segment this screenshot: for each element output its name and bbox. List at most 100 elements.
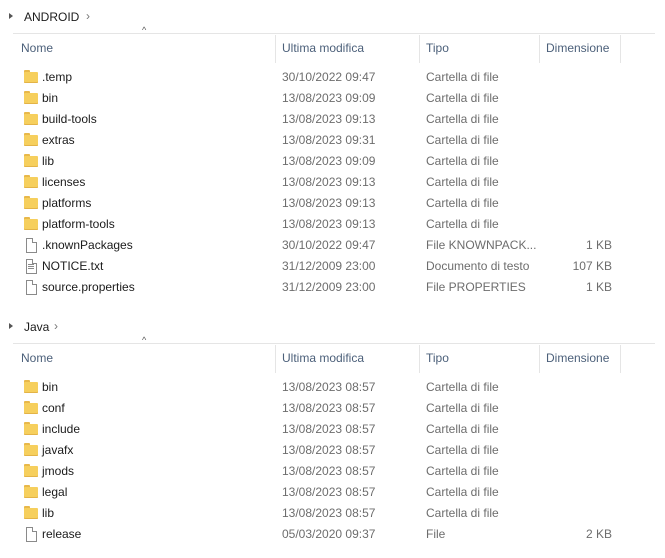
file-name: source.properties <box>42 280 135 294</box>
modified-date: 13/08/2023 09:13 <box>282 217 376 231</box>
modified-date: 13/08/2023 09:13 <box>282 196 376 210</box>
file-size: 2 KB <box>585 527 612 541</box>
file-type: Cartella di file <box>426 133 499 147</box>
column-header-name[interactable]: Nome <box>21 345 53 371</box>
folder-icon <box>24 485 38 499</box>
modified-date: 13/08/2023 09:09 <box>282 154 376 168</box>
group-divider <box>13 33 655 34</box>
folder-row[interactable]: platforms 13/08/2023 09:13 Cartella di fil… <box>0 193 665 214</box>
folder-row[interactable]: .temp 30/10/2022 09:47 Cartella di file <box>0 67 665 88</box>
modified-date: 13/08/2023 08:57 <box>282 443 376 457</box>
column-header-type[interactable]: Tipo <box>426 35 449 61</box>
folder-row[interactable]: build-tools 13/08/2023 09:13 Cartella di f… <box>0 109 665 130</box>
folder-icon <box>24 154 38 168</box>
file-type: Cartella di file <box>426 91 499 105</box>
file-name: build-tools <box>42 112 97 126</box>
chevron-right-icon: › <box>54 319 58 333</box>
file-type: File PROPERTIES <box>426 280 526 294</box>
expand-arrow-icon[interactable] <box>9 13 13 19</box>
column-header-size[interactable]: Dimensione <box>546 345 609 371</box>
file-name: lib <box>42 154 55 168</box>
file-type: Cartella di file <box>426 422 499 436</box>
column-header-type[interactable]: Tipo <box>426 345 449 371</box>
group-header-android[interactable]: ANDROID › <box>0 8 655 34</box>
folder-row[interactable]: platform-tools 13/08/2023 09:13 Cartella d… <box>0 214 665 235</box>
file-row[interactable]: source.properties 31/12/2009 23:00 File PR… <box>0 277 665 298</box>
folder-row[interactable]: javafx 13/08/2023 08:57 Cartella di file <box>0 440 665 461</box>
column-header-modified[interactable]: Ultima modifica <box>282 345 364 371</box>
group-name: ANDROID <box>24 10 80 24</box>
modified-date: 30/10/2022 09:47 <box>282 238 376 252</box>
text-file-icon <box>24 259 38 274</box>
column-divider[interactable] <box>275 35 276 63</box>
folder-icon <box>24 464 38 478</box>
column-header-name[interactable]: Nome <box>21 35 53 61</box>
folder-icon <box>24 422 38 436</box>
file-size: 1 KB <box>585 280 612 294</box>
expand-arrow-icon[interactable] <box>9 323 13 329</box>
file-name: include <box>42 422 81 436</box>
modified-date: 13/08/2023 08:57 <box>282 464 376 478</box>
file-name: NOTICE.txt <box>42 259 104 273</box>
modified-date: 31/12/2009 23:00 <box>282 280 376 294</box>
folder-row[interactable]: lib 13/08/2023 08:57 Cartella di file <box>0 503 665 524</box>
modified-date: 13/08/2023 09:13 <box>282 175 376 189</box>
column-divider[interactable] <box>620 345 621 373</box>
folder-icon <box>24 443 38 457</box>
folder-row[interactable]: include 13/08/2023 08:57 Cartella di file <box>0 419 665 440</box>
file-name: bin <box>42 91 59 105</box>
column-divider[interactable] <box>419 35 420 63</box>
file-name: platform-tools <box>42 217 115 231</box>
file-type: File <box>426 527 446 541</box>
file-row[interactable]: NOTICE.txt 31/12/2009 23:00 Documento di t… <box>0 256 665 277</box>
folder-icon <box>24 175 38 189</box>
modified-date: 31/12/2009 23:00 <box>282 259 376 273</box>
column-divider[interactable] <box>539 35 540 63</box>
file-size: 107 KB <box>572 259 612 273</box>
modified-date: 13/08/2023 08:57 <box>282 422 376 436</box>
sort-ascending-icon: ^ <box>142 25 147 35</box>
folder-row[interactable]: extras 13/08/2023 09:31 Cartella di file <box>0 130 665 151</box>
folder-row[interactable]: bin 13/08/2023 09:09 Cartella di file <box>0 88 665 109</box>
file-type: Cartella di file <box>426 154 499 168</box>
folder-row[interactable]: conf 13/08/2023 08:57 Cartella di file <box>0 398 665 419</box>
column-divider[interactable] <box>539 345 540 373</box>
modified-date: 13/08/2023 08:57 <box>282 506 376 520</box>
file-type: Cartella di file <box>426 380 499 394</box>
file-type: Cartella di file <box>426 506 499 520</box>
file-icon <box>24 527 38 542</box>
column-header-bar: ^ Nome Ultima modifica Tipo Dimensione <box>0 25 665 63</box>
folder-row[interactable]: bin 13/08/2023 08:57 Cartella di file <box>0 377 665 398</box>
group-name: Java <box>24 320 50 334</box>
column-header-modified[interactable]: Ultima modifica <box>282 35 364 61</box>
folder-row[interactable]: legal 13/08/2023 08:57 Cartella di file <box>0 482 665 503</box>
column-divider[interactable] <box>419 345 420 373</box>
column-header-size[interactable]: Dimensione <box>546 35 609 61</box>
modified-date: 13/08/2023 09:13 <box>282 112 376 126</box>
file-icon <box>24 238 38 253</box>
group-header-java[interactable]: Java › <box>0 318 655 344</box>
modified-date: 13/08/2023 08:57 <box>282 485 376 499</box>
file-name: .temp <box>42 70 73 84</box>
file-type: Cartella di file <box>426 464 499 478</box>
file-type: Cartella di file <box>426 217 499 231</box>
modified-date: 13/08/2023 08:57 <box>282 401 376 415</box>
file-type: Cartella di file <box>426 443 499 457</box>
file-name: extras <box>42 133 75 147</box>
column-divider[interactable] <box>275 345 276 373</box>
file-type: Cartella di file <box>426 401 499 415</box>
file-row[interactable]: .knownPackages 30/10/2022 09:47 File KNOWN… <box>0 235 665 256</box>
file-row[interactable]: release 05/03/2020 09:37 File 2 KB <box>0 524 665 545</box>
column-divider[interactable] <box>620 35 621 63</box>
folder-row[interactable]: lib 13/08/2023 09:09 Cartella di file <box>0 151 665 172</box>
file-type: Documento di testo <box>426 259 530 273</box>
folder-icon <box>24 112 38 126</box>
file-type: Cartella di file <box>426 175 499 189</box>
folder-icon <box>24 401 38 415</box>
folder-icon <box>24 380 38 394</box>
file-name: bin <box>42 380 59 394</box>
folder-icon <box>24 133 38 147</box>
chevron-right-icon: › <box>86 9 90 23</box>
folder-row[interactable]: jmods 13/08/2023 08:57 Cartella di file <box>0 461 665 482</box>
folder-row[interactable]: licenses 13/08/2023 09:13 Cartella di file <box>0 172 665 193</box>
